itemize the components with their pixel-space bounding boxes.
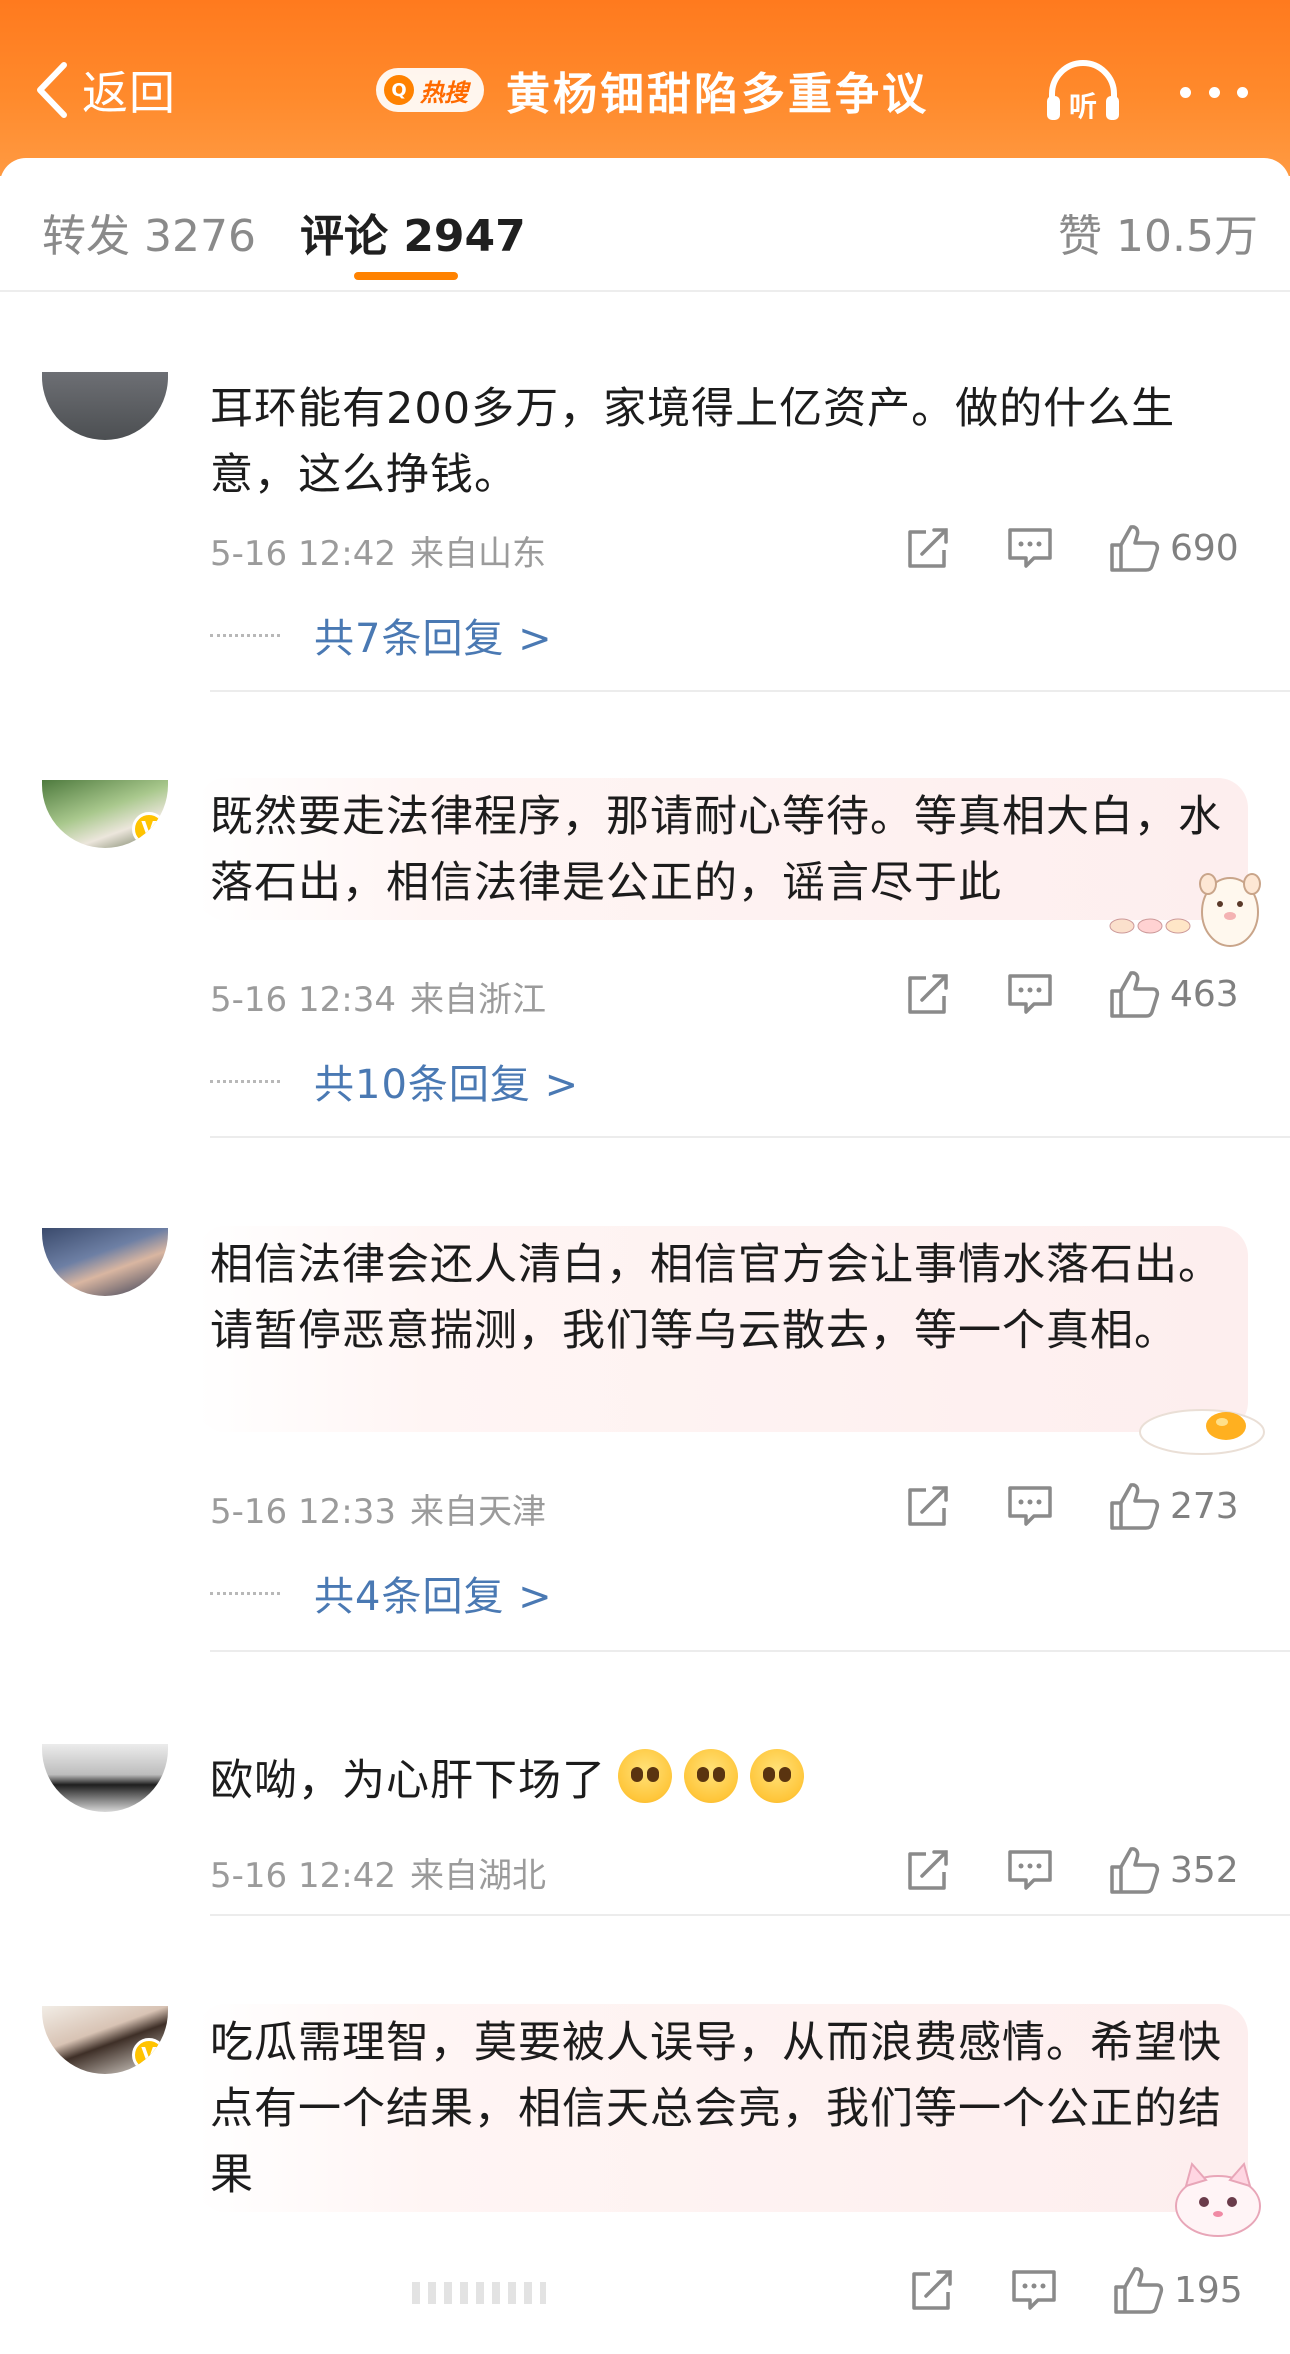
comment-icon[interactable] — [1006, 1846, 1054, 1894]
comment-text-content: 欧呦，为心肝下场了 — [210, 1756, 606, 1806]
divider — [210, 690, 1290, 692]
hot-search-badge[interactable]: Q 热搜 — [376, 68, 484, 112]
verified-icon: V — [132, 2038, 166, 2072]
replies-dots — [210, 633, 280, 637]
page-title: 黄杨钿甜陷多重争议 — [506, 69, 929, 120]
comment-text: 相信法律会还人清白，相信官方会让事情水落石出。请暂停恶意揣测，我们等乌云散去，等… — [210, 1240, 1222, 1356]
tab-likes[interactable]: 赞 10.5万 — [1058, 200, 1258, 264]
like-count: 352 — [1170, 1849, 1239, 1891]
like-button[interactable]: 273 — [1108, 1481, 1239, 1531]
divider — [210, 1650, 1290, 1652]
avatar[interactable]: V — [42, 780, 168, 848]
comment-meta: 5-16 12:34 来自浙江 — [210, 972, 546, 1021]
loading-indicator — [412, 2282, 546, 2304]
avatar[interactable] — [42, 1228, 168, 1296]
comment-actions: 352 — [904, 1844, 1248, 1896]
avatar[interactable]: V — [42, 2006, 168, 2074]
comment-meta: 5-16 12:42 来自山东 — [210, 526, 546, 575]
comment-location: 来自湖北 — [409, 1856, 546, 1896]
like-icon — [1110, 1847, 1160, 1894]
like-count: 463 — [1170, 973, 1239, 1015]
view-replies-link[interactable]: 共10条回复 > — [314, 1052, 579, 1110]
like-icon — [1114, 2267, 1164, 2314]
like-button[interactable]: 195 — [1112, 2265, 1243, 2315]
share-icon[interactable] — [904, 970, 952, 1018]
comment-icon[interactable] — [1006, 1482, 1054, 1530]
replies-row: 共10条回复 > — [210, 1052, 579, 1110]
comment-actions: 463 — [904, 968, 1248, 1020]
like-button[interactable]: 352 — [1108, 1845, 1239, 1895]
comment-meta: 5-16 12:33 来自天津 — [210, 1484, 546, 1533]
like-icon — [1110, 971, 1160, 1018]
share-icon[interactable] — [904, 1482, 952, 1530]
like-count: 273 — [1170, 1485, 1239, 1527]
back-label: 返回 — [82, 66, 176, 120]
comment-meta — [210, 2268, 224, 2308]
tab-repost[interactable]: 转发 3276 — [42, 200, 256, 264]
hot-search-label: 热搜 — [420, 78, 468, 107]
comment-text: 耳环能有200多万，家境得上亿资产。做的什么生意，这么挣钱。 — [210, 384, 1176, 500]
pleading-face-emoji-icon — [750, 1749, 804, 1803]
tab-bar: 转发 3276 评论 2947 赞 10.5万 — [0, 158, 1290, 292]
comment-location: 来自山东 — [409, 534, 546, 574]
share-icon[interactable] — [908, 2266, 956, 2314]
like-button[interactable]: 690 — [1108, 523, 1239, 573]
comment-time: 5-16 12:42 — [210, 534, 396, 574]
comment-actions: 690 — [904, 522, 1248, 574]
pleading-face-emoji-icon — [618, 1749, 672, 1803]
comment-icon[interactable] — [1006, 970, 1054, 1018]
like-count: 690 — [1170, 527, 1239, 569]
replies-dots — [210, 1079, 280, 1083]
header-title-group: Q 热搜 黄杨钿甜陷多重争议 — [376, 58, 929, 122]
more-icon[interactable] — [1180, 78, 1248, 106]
like-icon — [1110, 1483, 1160, 1530]
top-bar: 返回 Q 热搜 黄杨钿甜陷多重争议 听 — [0, 0, 1290, 176]
comment-text: 欧呦，为心肝下场了 — [210, 1748, 1230, 1814]
like-button[interactable]: 463 — [1108, 969, 1239, 1019]
comment-text: 吃瓜需理智，莫要被人误导，从而浪费感情。希望快点有一个结果，相信天总会亮，我们等… — [210, 2018, 1222, 2200]
like-icon — [1110, 525, 1160, 572]
avatar[interactable] — [42, 1744, 168, 1812]
listen-label: 听 — [1069, 90, 1097, 123]
comment-text: 既然要走法律程序，那请耐心等待。等真相大白，水落石出，相信法律是公正的，谣言尽于… — [210, 792, 1222, 908]
back-button[interactable]: 返回 — [34, 58, 176, 122]
view-replies-link[interactable]: 共7条回复 > — [314, 606, 553, 664]
search-icon: Q — [384, 75, 414, 105]
like-count: 195 — [1174, 2269, 1243, 2311]
comment-actions: 195 — [908, 2264, 1252, 2316]
share-icon[interactable] — [904, 1846, 952, 1894]
comment-actions: 273 — [904, 1480, 1248, 1532]
comment-time: 5-16 12:42 — [210, 1856, 396, 1896]
replies-row: 共4条回复 > — [210, 1564, 553, 1622]
chevron-left-icon — [37, 62, 67, 118]
tab-comments[interactable]: 评论 2947 — [300, 200, 526, 264]
comment-icon[interactable] — [1006, 524, 1054, 572]
comment-time: 5-16 12:33 — [210, 1492, 396, 1532]
divider — [210, 1136, 1290, 1138]
replies-dots — [210, 1591, 280, 1595]
comment-location: 来自天津 — [409, 1492, 546, 1532]
headphones-icon[interactable]: 听 — [1044, 60, 1122, 124]
avatar[interactable] — [42, 372, 168, 440]
replies-row: 共7条回复 > — [210, 606, 553, 664]
comment-location: 来自浙江 — [409, 980, 546, 1020]
comment-icon[interactable] — [1010, 2266, 1058, 2314]
tab-active-indicator — [354, 272, 458, 280]
pleading-face-emoji-icon — [684, 1749, 738, 1803]
verified-icon: V — [132, 812, 166, 846]
view-replies-link[interactable]: 共4条回复 > — [314, 1564, 553, 1622]
fried-egg-sticker-icon — [1139, 1409, 1265, 1455]
divider — [210, 1914, 1290, 1916]
comment-meta: 5-16 12:42 来自湖北 — [210, 1848, 546, 1897]
comment-time: 5-16 12:34 — [210, 980, 396, 1020]
share-icon[interactable] — [904, 524, 952, 572]
